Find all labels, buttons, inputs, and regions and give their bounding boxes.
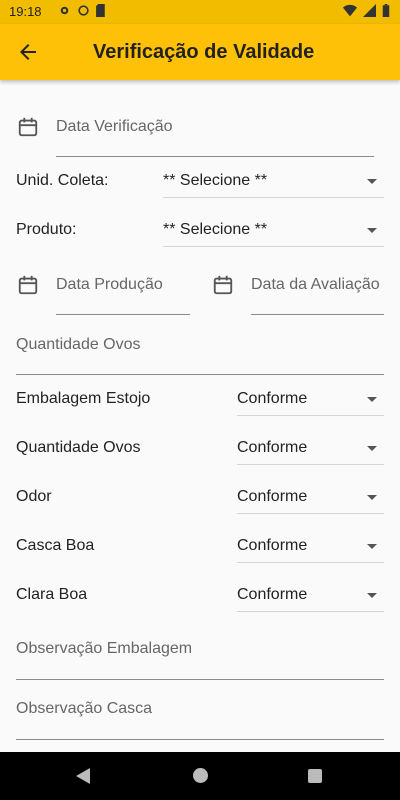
chevron-down-icon xyxy=(367,544,377,549)
check-value: Conforme xyxy=(237,390,308,407)
calendar-icon[interactable] xyxy=(17,116,39,138)
check-label-embalagem-estojo: Embalagem Estojo xyxy=(16,390,151,407)
nav-recents-icon[interactable] xyxy=(308,769,322,783)
signal-icon xyxy=(363,4,376,17)
status-right-icons xyxy=(343,4,390,17)
app-bar: Verificação de Validade xyxy=(0,24,400,80)
nav-back-icon[interactable] xyxy=(76,768,90,784)
observacao-embalagem-underline xyxy=(16,679,384,680)
check-underline xyxy=(237,464,384,465)
sd-card-icon xyxy=(96,4,105,17)
chevron-down-icon xyxy=(367,593,377,598)
wifi-icon xyxy=(343,4,357,17)
battery-icon xyxy=(382,4,390,17)
check-underline xyxy=(237,513,384,514)
data-avaliacao-underline xyxy=(251,314,384,315)
chevron-down-icon xyxy=(367,397,377,402)
check-underline xyxy=(237,611,384,612)
produto-underline xyxy=(163,246,384,247)
chevron-down-icon xyxy=(367,446,377,451)
unid-coleta-underline xyxy=(163,197,384,198)
observacao-casca-underline xyxy=(16,739,384,740)
check-value: Conforme xyxy=(237,439,308,456)
check-label-casca-boa: Casca Boa xyxy=(16,537,95,554)
status-bar: 19:18 xyxy=(0,0,400,24)
data-producao-underline xyxy=(56,314,190,315)
check-value: Conforme xyxy=(237,537,308,554)
data-producao-placeholder: Data Produção xyxy=(56,276,163,293)
produto-value: ** Selecione ** xyxy=(163,221,268,238)
settings-icon xyxy=(60,6,69,15)
status-time: 19:18 xyxy=(9,4,42,19)
system-nav-bar xyxy=(0,752,400,800)
page-title: Verificação de Validade xyxy=(93,41,315,63)
check-underline xyxy=(237,415,384,416)
check-underline xyxy=(237,562,384,563)
observacao-casca-placeholder: Observação Casca xyxy=(16,700,153,717)
check-label-quantidade-ovos: Quantidade Ovos xyxy=(16,439,141,456)
sync-icon xyxy=(78,5,89,16)
chevron-down-icon xyxy=(367,228,377,233)
check-value: Conforme xyxy=(237,488,308,505)
check-value: Conforme xyxy=(237,586,308,603)
form-content: Data Verificação Unid. Coleta: ** Seleci… xyxy=(0,80,400,752)
check-label-clara-boa: Clara Boa xyxy=(16,586,88,603)
calendar-icon[interactable] xyxy=(212,274,234,296)
quantidade-ovos-underline xyxy=(16,374,384,375)
chevron-down-icon xyxy=(367,179,377,184)
unid-coleta-value: ** Selecione ** xyxy=(163,172,268,189)
produto-label: Produto: xyxy=(16,221,77,238)
status-left-icons xyxy=(58,4,107,17)
nav-home-icon[interactable] xyxy=(193,768,208,783)
observacao-embalagem-placeholder: Observação Embalagem xyxy=(16,640,193,657)
calendar-icon[interactable] xyxy=(17,274,39,296)
check-label-odor: Odor xyxy=(16,488,52,505)
unid-coleta-label: Unid. Coleta: xyxy=(16,172,109,189)
data-verificacao-underline xyxy=(56,156,374,157)
data-avaliacao-placeholder: Data da Avaliação xyxy=(251,276,380,293)
data-verificacao-placeholder: Data Verificação xyxy=(56,118,173,135)
quantidade-ovos-placeholder: Quantidade Ovos xyxy=(16,336,141,353)
chevron-down-icon xyxy=(367,495,377,500)
back-arrow-icon[interactable] xyxy=(16,40,40,64)
